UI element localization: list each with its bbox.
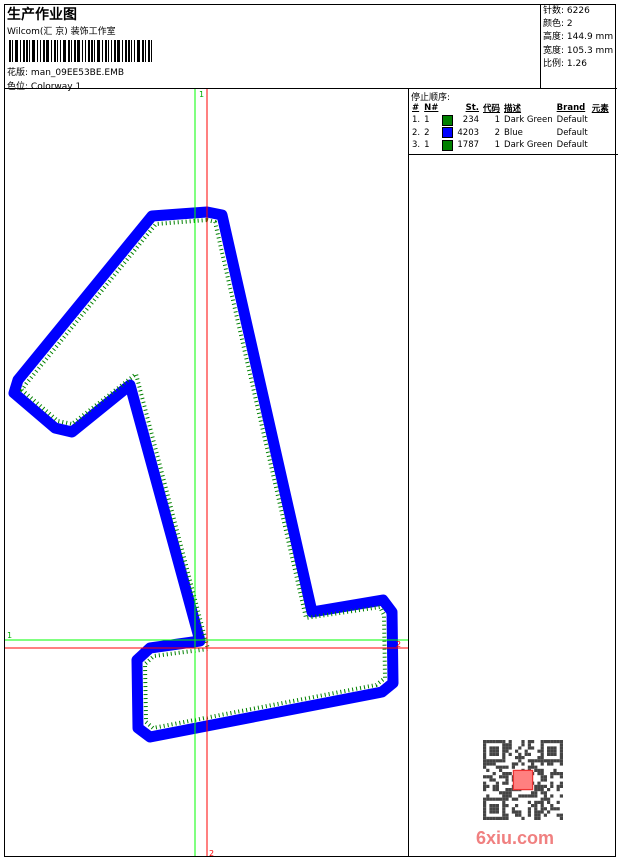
color-swatch [442, 139, 454, 151]
color-swatch [442, 114, 454, 126]
info-colors: 颜色: 2 [543, 18, 615, 31]
marker-left: 1 [7, 631, 12, 640]
row-index: 2. [412, 127, 421, 138]
text: 144.9 mm [566, 32, 614, 43]
col-element: 元素 [591, 104, 609, 114]
row-index: 3. [412, 140, 421, 151]
table-divider [409, 154, 618, 155]
text: 颜色: [543, 19, 565, 30]
row-element [590, 139, 611, 152]
row-brand: Default [556, 115, 588, 126]
marker-bottom: 2 [209, 849, 214, 856]
table-row: 2. 2 4203 2 Blue Default [410, 127, 611, 140]
text: 1.26 [566, 58, 587, 69]
col-brand: Brand [556, 103, 586, 113]
marker-right: 2 [396, 640, 401, 649]
digit-one-satin-outline [8, 206, 399, 743]
row-swatch [440, 139, 455, 152]
text: 2 [566, 19, 573, 30]
row-element [590, 127, 611, 140]
row-code: 1 [494, 115, 501, 126]
row-needle: 2 [424, 127, 430, 138]
header: 生产作业图 Wilcom(汇 京) 装饰工作室 花版: man_09EE53BE… [4, 4, 617, 92]
barcode [9, 40, 154, 62]
watermark-logo: 6xiu.com [476, 828, 555, 848]
row-stitches: 4203 [457, 127, 480, 138]
page-title: 生产作业图 [7, 7, 77, 23]
text: 6226 [566, 6, 590, 16]
col-needle: N# [424, 103, 439, 113]
design-value: man_09EE53BE.EMB [30, 68, 125, 78]
qr-code [483, 740, 563, 820]
row-description: Dark Green [504, 140, 553, 151]
info-scale: 比例: 1.26 [543, 58, 615, 71]
info-width: 宽度: 105.3 mm [543, 45, 615, 58]
design-info: 针数: 6226 颜色: 2 高度: 144.9 mm 宽度: 105.3 mm… [540, 4, 617, 89]
row-description: Dark Green [504, 115, 553, 126]
row-index: 1. [412, 115, 421, 126]
row-code: 2 [494, 127, 501, 138]
row-stitches: 234 [462, 115, 480, 126]
company-name: Wilcom(汇 京) 装饰工作室 [7, 27, 116, 37]
info-stitches: 针数: 6226 [543, 5, 615, 18]
row-element [590, 114, 611, 127]
table-row: 3. 1 1787 1 Dark Green Default [410, 139, 611, 152]
text: 针数: [543, 6, 565, 16]
stop-sequence-table: # N# St. 代码 描述 Brand 元素 1. 1 234 1 Dark Gree… [410, 102, 611, 152]
col-index: # [412, 103, 420, 113]
col-description: 描述 [504, 104, 522, 114]
text: 宽度: [543, 45, 565, 56]
text: 105.3 mm [566, 45, 614, 56]
design-file: 花版: man_09EE53BE.EMB [7, 65, 124, 78]
row-swatch [440, 127, 455, 140]
col-swatch [440, 102, 455, 114]
row-needle: 1 [424, 140, 430, 151]
text: 比例: [543, 58, 565, 69]
row-stitches: 1787 [457, 140, 480, 151]
table-row: 1. 1 234 1 Dark Green Default [410, 114, 611, 127]
design-label: 花版: [7, 68, 29, 78]
row-swatch [440, 114, 455, 127]
marker-top: 1 [199, 90, 204, 99]
design-canvas: 1 2 1 2 [5, 89, 408, 858]
row-brand: Default [556, 127, 588, 138]
text: 高度: [543, 32, 565, 43]
digit-one-underlay-zigzag [20, 218, 387, 730]
table-header: # N# St. 代码 描述 Brand 元素 [410, 102, 611, 114]
row-code: 1 [494, 140, 501, 151]
row-brand: Default [556, 140, 588, 151]
col-stitches: St. [465, 103, 480, 113]
col-code: 代码 [483, 104, 501, 114]
info-height: 高度: 144.9 mm [543, 31, 615, 44]
row-description: Blue [504, 127, 523, 138]
row-needle: 1 [424, 115, 430, 126]
color-swatch [442, 127, 454, 139]
